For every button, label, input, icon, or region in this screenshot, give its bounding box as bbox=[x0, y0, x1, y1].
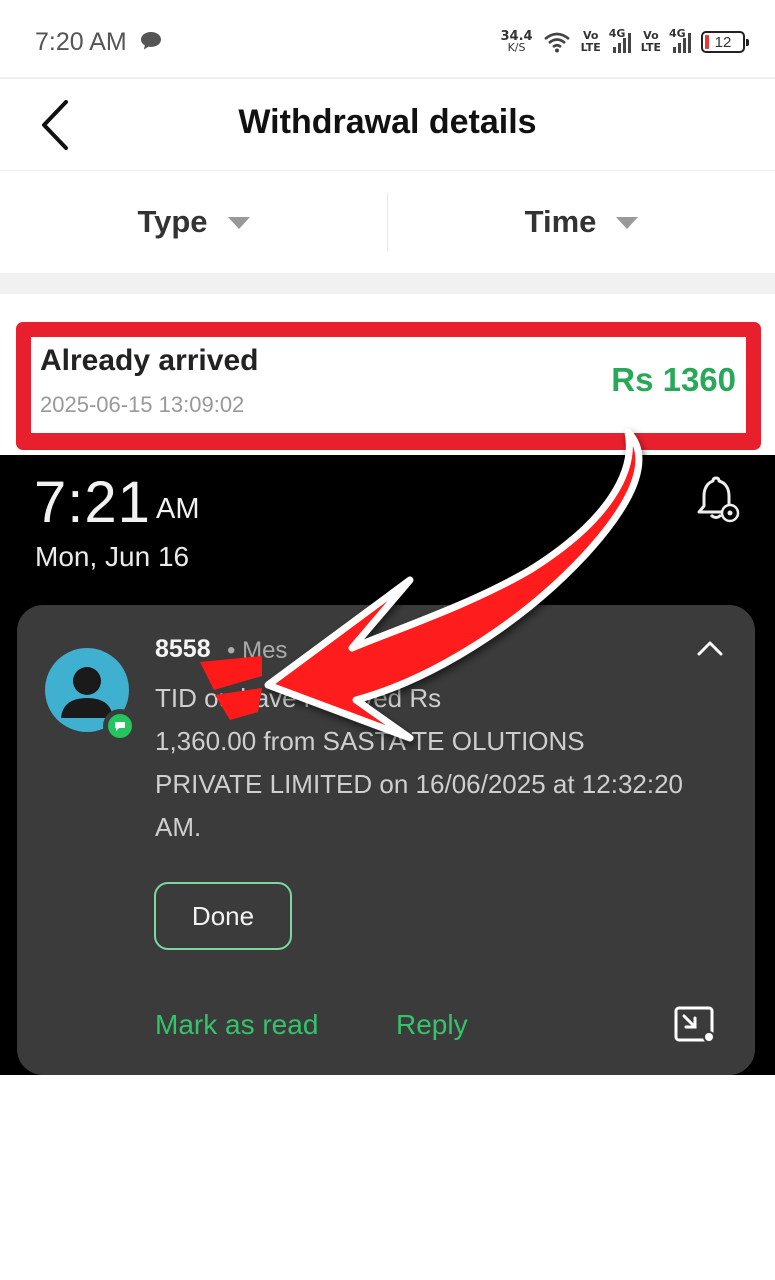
sim1-signal-icon: 4G bbox=[609, 27, 631, 53]
wifi-icon bbox=[543, 32, 570, 53]
notification-app-name: • Mes bbox=[227, 637, 288, 664]
network-speed: 34.4 K/S bbox=[500, 30, 532, 54]
done-button[interactable]: Done bbox=[154, 882, 292, 950]
lockscreen-time: 7:21 bbox=[34, 470, 151, 535]
collapse-chevron-icon[interactable] bbox=[693, 633, 727, 663]
sms-proof-screenshot: 7:21 AM Mon, Jun 16 8558 • Mes TID ou ha… bbox=[0, 455, 775, 1075]
mark-as-read-button[interactable]: Mark as read bbox=[155, 1009, 318, 1041]
time-filter-label: Time bbox=[524, 204, 597, 239]
type-filter-dropdown[interactable]: Type bbox=[0, 171, 387, 273]
app-header: Withdrawal details bbox=[0, 79, 775, 171]
lockscreen-date: Mon, Jun 16 bbox=[35, 541, 190, 572]
status-bar: 7:20 AM 34.4 K/S Vo LTE 4G Vo LTE 4G 12 bbox=[0, 0, 775, 78]
time-filter-dropdown[interactable]: Time bbox=[388, 171, 775, 273]
sim1-volte: Vo LTE bbox=[580, 29, 601, 54]
messages-badge-icon bbox=[103, 709, 137, 743]
page-title: Withdrawal details bbox=[238, 103, 537, 141]
status-time: 7:20 AM bbox=[35, 28, 127, 56]
sms-notification-card[interactable]: 8558 • Mes TID ou have received Rs 1,360… bbox=[17, 605, 755, 1075]
sim2-signal-icon: 4G bbox=[669, 27, 691, 53]
record-datetime: 2025-06-15 13:09:02 bbox=[40, 392, 245, 417]
filter-bar: Type Time bbox=[0, 171, 775, 273]
dropdown-caret-icon bbox=[616, 217, 639, 229]
dropdown-caret-icon bbox=[227, 217, 250, 229]
battery-level: 12 bbox=[714, 33, 732, 51]
type-filter-label: Type bbox=[137, 204, 208, 239]
record-status: Already arrived bbox=[40, 344, 259, 377]
notification-sender: 8558 bbox=[155, 635, 211, 663]
lockscreen-ampm: AM bbox=[156, 493, 200, 525]
message-icon bbox=[141, 32, 161, 50]
sim2-volte: Vo LTE bbox=[640, 29, 661, 54]
battery-icon: 12 bbox=[701, 31, 749, 53]
network-speed-unit: K/S bbox=[507, 41, 526, 54]
notification-settings-bell-icon bbox=[697, 476, 740, 523]
record-amount: Rs 1360 bbox=[611, 361, 736, 398]
status-indicators: 34.4 K/S Vo LTE 4G Vo LTE 4G 12 bbox=[500, 24, 749, 60]
notification-message: TID ou have received Rs 1,360.00 from SA… bbox=[155, 683, 684, 842]
open-in-app-icon[interactable] bbox=[673, 1005, 717, 1045]
withdrawal-record[interactable]: Already arrived 2025-06-15 13:09:02 Rs 1… bbox=[31, 337, 746, 433]
section-spacer bbox=[0, 273, 775, 294]
reply-button[interactable]: Reply bbox=[396, 1009, 468, 1041]
